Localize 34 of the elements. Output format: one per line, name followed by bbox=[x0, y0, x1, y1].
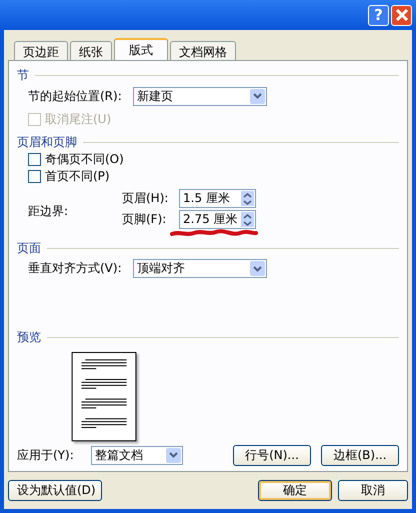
field-label: 页眉(H): bbox=[122, 190, 170, 208]
tab[interactable]: 纸张 bbox=[70, 41, 112, 60]
help-button[interactable]: ? bbox=[368, 4, 389, 26]
group-title: 预览 bbox=[17, 328, 41, 346]
checkbox-label: 取消尾注(U) bbox=[45, 111, 112, 128]
dialog-button[interactable]: 设为默认值(D) bbox=[8, 480, 102, 501]
spin-field[interactable]: 1.5 厘米 bbox=[179, 189, 256, 208]
close-button[interactable] bbox=[391, 4, 412, 26]
group-title: 页面 bbox=[17, 240, 41, 257]
field-label: 垂直对齐方式(V): bbox=[28, 260, 123, 278]
field-label: 节的起始位置(R): bbox=[28, 88, 123, 105]
field-label: 应用于(Y): bbox=[17, 446, 75, 464]
tab[interactable]: 版式 bbox=[114, 38, 168, 60]
spin-field[interactable]: 2.75 厘米 bbox=[179, 210, 256, 230]
group-title: 页眉和页脚 bbox=[17, 134, 77, 152]
dialog-button[interactable]: 确定 bbox=[258, 480, 332, 501]
checkbox[interactable] bbox=[28, 170, 41, 184]
checkbox[interactable] bbox=[28, 153, 41, 166]
checkbox-label: 首页不同(P) bbox=[45, 168, 110, 186]
vertical-align-dropdown[interactable]: 顶端对齐 bbox=[133, 259, 267, 278]
dialog-button[interactable]: 取消 bbox=[338, 480, 408, 501]
spin-arrows-icon bbox=[241, 212, 254, 228]
field-label: 距边界: bbox=[28, 202, 70, 220]
spin-arrows-icon bbox=[241, 191, 254, 206]
close-icon bbox=[394, 8, 408, 22]
tab[interactable]: 页边距 bbox=[14, 41, 68, 60]
section-start-dropdown[interactable]: 新建页 bbox=[133, 86, 267, 106]
group-title: 节 bbox=[17, 67, 29, 84]
checkbox-label: 奇偶页不同(O) bbox=[45, 151, 124, 168]
tab[interactable]: 文档网格 bbox=[170, 41, 236, 60]
dialog-button[interactable]: 行号(N)... bbox=[233, 444, 311, 466]
dialog-button[interactable]: 边框(B)... bbox=[321, 444, 399, 466]
field-label: 页脚(F): bbox=[122, 211, 168, 228]
apply-to-dropdown[interactable]: 整篇文档 bbox=[91, 446, 183, 465]
